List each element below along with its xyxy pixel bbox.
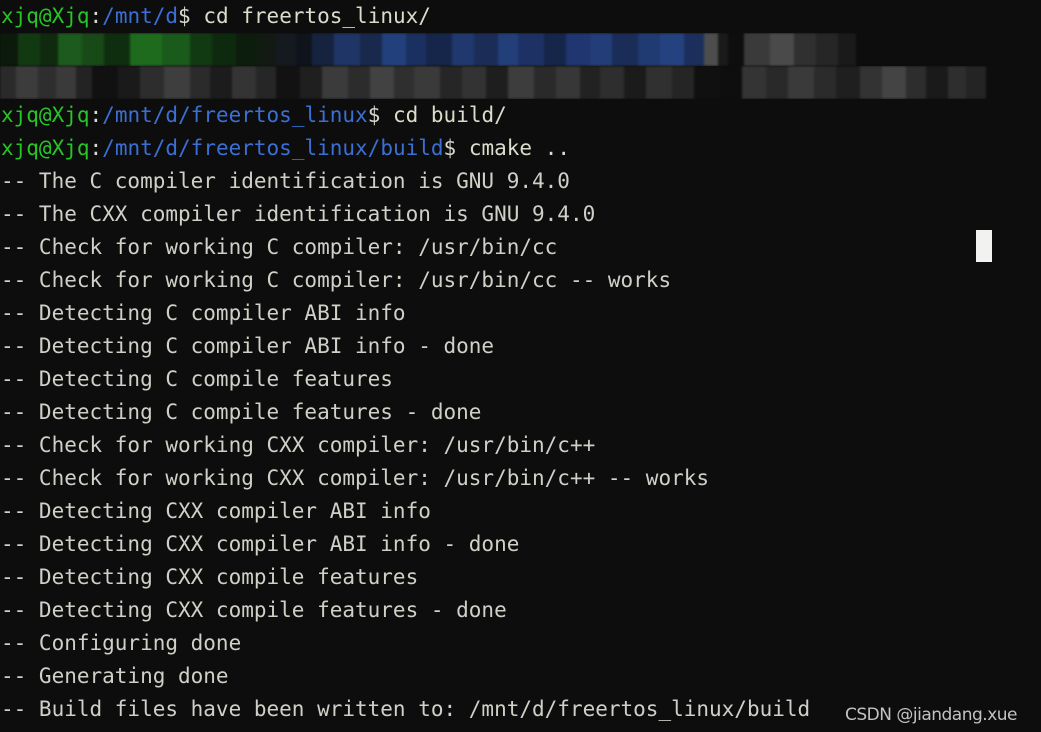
- terminal-output-text: -- Detecting CXX compile features: [1, 565, 419, 589]
- terminal-prompt-line: xjq@Xjq:/mnt/d/freertos_linux/build$ cma…: [0, 132, 1041, 165]
- terminal-output-line: -- Detecting C compiler ABI info - done: [0, 330, 1041, 363]
- terminal-output-line: -- Generating done: [0, 660, 1041, 693]
- terminal-output-text: -- Configuring done: [1, 631, 242, 655]
- terminal-output-text: -- Build files have been written to: /mn…: [1, 697, 811, 721]
- terminal-output-line: -- Detecting CXX compile features - done: [0, 594, 1041, 627]
- terminal-output-line: -- Detecting CXX compiler ABI info - don…: [0, 528, 1041, 561]
- redacted-line-2: [0, 66, 1041, 99]
- prompt-path: /mnt/d: [102, 4, 179, 28]
- terminal-output-text: -- Check for working CXX compiler: /usr/…: [1, 433, 596, 457]
- terminal-window[interactable]: xjq@Xjq:/mnt/d$ cd freertos_linux/xjq@Xj…: [0, 0, 1041, 732]
- terminal-output-text: -- The C compiler identification is GNU …: [1, 169, 570, 193]
- prompt-user: xjq@Xjq: [1, 136, 90, 160]
- terminal-output-line: -- The C compiler identification is GNU …: [0, 165, 1041, 198]
- terminal-output-text: -- Detecting CXX compiler ABI info - don…: [1, 532, 520, 556]
- terminal-prompt-line: xjq@Xjq:/mnt/d/freertos_linux/build$ c: [0, 726, 1041, 732]
- terminal-output-line: -- Check for working C compiler: /usr/bi…: [0, 231, 1041, 264]
- terminal-output-line: -- Detecting C compiler ABI info: [0, 297, 1041, 330]
- terminal-output-text: -- Check for working C compiler: /usr/bi…: [1, 235, 558, 259]
- prompt-colon: :: [89, 103, 103, 127]
- terminal-output-line: -- Check for working CXX compiler: /usr/…: [0, 429, 1041, 462]
- terminal-output-line: -- Detecting C compile features: [0, 363, 1041, 396]
- terminal-output-text: -- Generating done: [1, 664, 229, 688]
- terminal-output-text: -- Detecting C compiler ABI info: [1, 301, 406, 325]
- terminal-output-text: -- The CXX compiler identification is GN…: [1, 202, 596, 226]
- terminal-prompt-line: xjq@Xjq:/mnt/d$ cd freertos_linux/: [0, 0, 1041, 33]
- terminal-output-text: -- Detecting C compile features - done: [1, 400, 482, 424]
- terminal-output-line: -- Configuring done: [0, 627, 1041, 660]
- terminal-output-line: -- Detecting CXX compiler ABI info: [0, 495, 1041, 528]
- block-cursor: [976, 230, 992, 262]
- prompt-user: xjq@Xjq: [1, 4, 90, 28]
- prompt-sigil: $: [367, 103, 381, 127]
- redacted-line-1: [0, 33, 1041, 66]
- prompt-colon: :: [89, 4, 103, 28]
- prompt-user: xjq@Xjq: [1, 103, 90, 127]
- terminal-command[interactable]: cd build/: [380, 103, 507, 127]
- terminal-output-text: -- Detecting C compiler ABI info - done: [1, 334, 495, 358]
- terminal-command[interactable]: cmake ..: [456, 136, 570, 160]
- terminal-output-text: -- Detecting CXX compile features - done: [1, 598, 507, 622]
- terminal-output-text: -- Detecting CXX compiler ABI info: [1, 499, 431, 523]
- terminal-command[interactable]: cd freertos_linux/: [191, 4, 431, 28]
- terminal-output-line: -- The CXX compiler identification is GN…: [0, 198, 1041, 231]
- prompt-colon: :: [89, 136, 103, 160]
- prompt-path: /mnt/d/freertos_linux/build: [102, 136, 444, 160]
- prompt-sigil: $: [443, 136, 457, 160]
- terminal-output-line: -- Detecting C compile features - done: [0, 396, 1041, 429]
- terminal-output-line: -- Check for working CXX compiler: /usr/…: [0, 462, 1041, 495]
- terminal-output-line: -- Check for working C compiler: /usr/bi…: [0, 264, 1041, 297]
- terminal-screen[interactable]: xjq@Xjq:/mnt/d$ cd freertos_linux/xjq@Xj…: [0, 0, 1041, 732]
- terminal-output-text: -- Check for working CXX compiler: /usr/…: [1, 466, 710, 490]
- terminal-output-text: -- Detecting C compile features: [1, 367, 393, 391]
- terminal-output-line: -- Detecting CXX compile features: [0, 561, 1041, 594]
- terminal-output-text: -- Check for working C compiler: /usr/bi…: [1, 268, 672, 292]
- prompt-sigil: $: [178, 4, 191, 28]
- terminal-prompt-line: xjq@Xjq:/mnt/d/freertos_linux$ cd build/: [0, 99, 1041, 132]
- terminal-output-line: -- Build files have been written to: /mn…: [0, 693, 1041, 726]
- prompt-path: /mnt/d/freertos_linux: [102, 103, 368, 127]
